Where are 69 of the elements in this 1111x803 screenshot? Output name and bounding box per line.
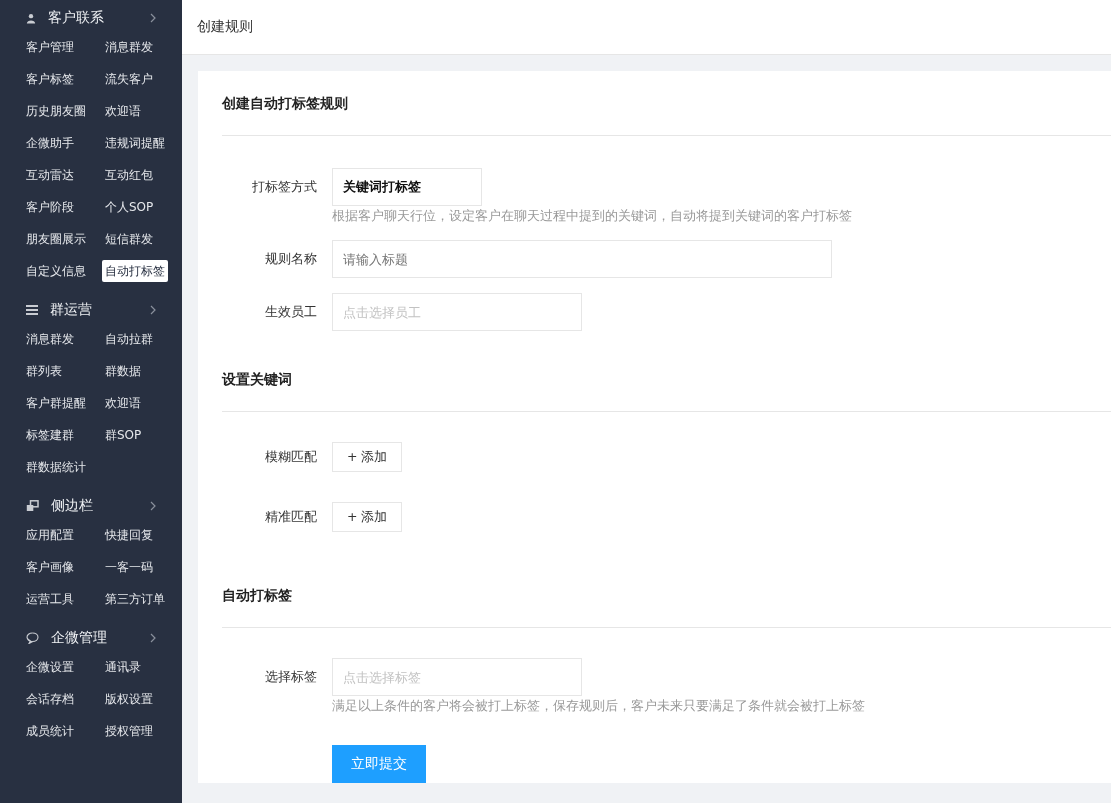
menu-item[interactable]: 版权设置 bbox=[102, 688, 156, 710]
menu-item[interactable]: 企微助手 bbox=[23, 132, 77, 154]
menu-item[interactable]: 标签建群 bbox=[23, 424, 77, 446]
add-button[interactable]: + 添加 bbox=[332, 502, 403, 532]
field-label: 规则名称 bbox=[264, 250, 317, 268]
chat-icon bbox=[26, 632, 39, 644]
menu-item[interactable]: 群数据统计 bbox=[23, 456, 89, 478]
chevron-right-icon bbox=[150, 13, 156, 23]
menu-group-header[interactable]: 客户联系 bbox=[0, 4, 182, 32]
chevron-right-icon bbox=[150, 305, 156, 315]
menu-item[interactable]: 群列表 bbox=[23, 360, 65, 382]
help-text: 根据客户聊天行位，设定客户在聊天过程中提到的关键词，自动将提到关键词的客户打标签 bbox=[332, 208, 852, 225]
menu-item[interactable]: 自动打标签 bbox=[102, 260, 168, 282]
input-field[interactable]: 请输入标题 bbox=[332, 240, 832, 278]
menu-item[interactable]: 短信群发 bbox=[102, 228, 156, 250]
menu-item[interactable]: 违规词提醒 bbox=[102, 132, 168, 154]
menu-group-title: 企微管理 bbox=[51, 629, 108, 647]
menu-item[interactable]: 历史朋友圈 bbox=[23, 100, 89, 122]
field-label: 打标签方式 bbox=[251, 178, 317, 196]
section-title: 创建自动打标签规则 bbox=[222, 71, 1111, 136]
menu-group-header[interactable]: 群运营 bbox=[0, 296, 182, 324]
field-label: 生效员工 bbox=[264, 303, 317, 321]
chevron-right-icon bbox=[150, 501, 156, 511]
menu-item[interactable]: 一客一码 bbox=[102, 556, 156, 578]
menu-item[interactable]: 客户画像 bbox=[23, 556, 77, 578]
help-text: 满足以上条件的客户将会被打上标签，保存规则后，客户未来只要满足了条件就会被打上标签 bbox=[332, 698, 865, 715]
menu-item[interactable]: 企微设置 bbox=[23, 656, 77, 678]
menu-item[interactable]: 流失客户 bbox=[102, 68, 156, 90]
add-button[interactable]: + 添加 bbox=[332, 442, 403, 472]
menu-item[interactable]: 自定义信息 bbox=[23, 260, 89, 282]
windows-icon bbox=[26, 500, 39, 512]
chevron-right-icon bbox=[150, 633, 156, 643]
menu-item[interactable]: 授权管理 bbox=[102, 720, 156, 742]
menu-item[interactable]: 客户阶段 bbox=[23, 196, 77, 218]
menu-item[interactable]: 通讯录 bbox=[102, 656, 144, 678]
menu-group-title: 侧边栏 bbox=[51, 497, 94, 515]
menu-item[interactable]: 客户管理 bbox=[23, 36, 77, 58]
menu-item[interactable]: 消息群发 bbox=[102, 36, 156, 58]
menu-item[interactable]: 互动雷达 bbox=[23, 164, 77, 186]
menu-group-header[interactable]: 侧边栏 bbox=[0, 492, 182, 520]
menu-item[interactable]: 朋友圈展示 bbox=[23, 228, 89, 250]
menu-item[interactable]: 自动拉群 bbox=[102, 328, 156, 350]
menu-icon bbox=[26, 305, 38, 315]
menu-group-title: 群运营 bbox=[50, 301, 93, 319]
menu-item[interactable]: 欢迎语 bbox=[102, 100, 144, 122]
menu-item[interactable]: 会话存档 bbox=[23, 688, 77, 710]
menu-item[interactable]: 快捷回复 bbox=[102, 524, 156, 546]
menu-item[interactable]: 个人SOP bbox=[102, 196, 157, 218]
section-title: 设置关键词 bbox=[222, 347, 1111, 412]
menu-item[interactable]: 客户群提醒 bbox=[23, 392, 89, 414]
field-label: 选择标签 bbox=[264, 668, 317, 686]
menu-item[interactable]: 互动红包 bbox=[102, 164, 156, 186]
menu-group-title: 客户联系 bbox=[48, 9, 105, 27]
menu-item[interactable]: 运营工具 bbox=[23, 588, 77, 610]
menu-item[interactable]: 群SOP bbox=[102, 424, 145, 446]
field-label: 精准匹配 bbox=[264, 508, 317, 526]
field-label: 模糊匹配 bbox=[264, 448, 317, 466]
page-title: 创建规则 bbox=[197, 18, 253, 36]
menu-item[interactable]: 客户标签 bbox=[23, 68, 77, 90]
menu-item[interactable]: 第三方订单 bbox=[102, 588, 168, 610]
section-title: 自动打标签 bbox=[222, 563, 1111, 628]
menu-item[interactable]: 成员统计 bbox=[23, 720, 77, 742]
menu-item[interactable]: 欢迎语 bbox=[102, 392, 144, 414]
person-icon bbox=[26, 12, 36, 24]
menu-group-header[interactable]: 企微管理 bbox=[0, 624, 182, 652]
menu-item[interactable]: 消息群发 bbox=[23, 328, 77, 350]
menu-item[interactable]: 应用配置 bbox=[23, 524, 77, 546]
select-field[interactable]: 关键词打标签 bbox=[332, 168, 482, 206]
menu-item[interactable]: 群数据 bbox=[102, 360, 144, 382]
